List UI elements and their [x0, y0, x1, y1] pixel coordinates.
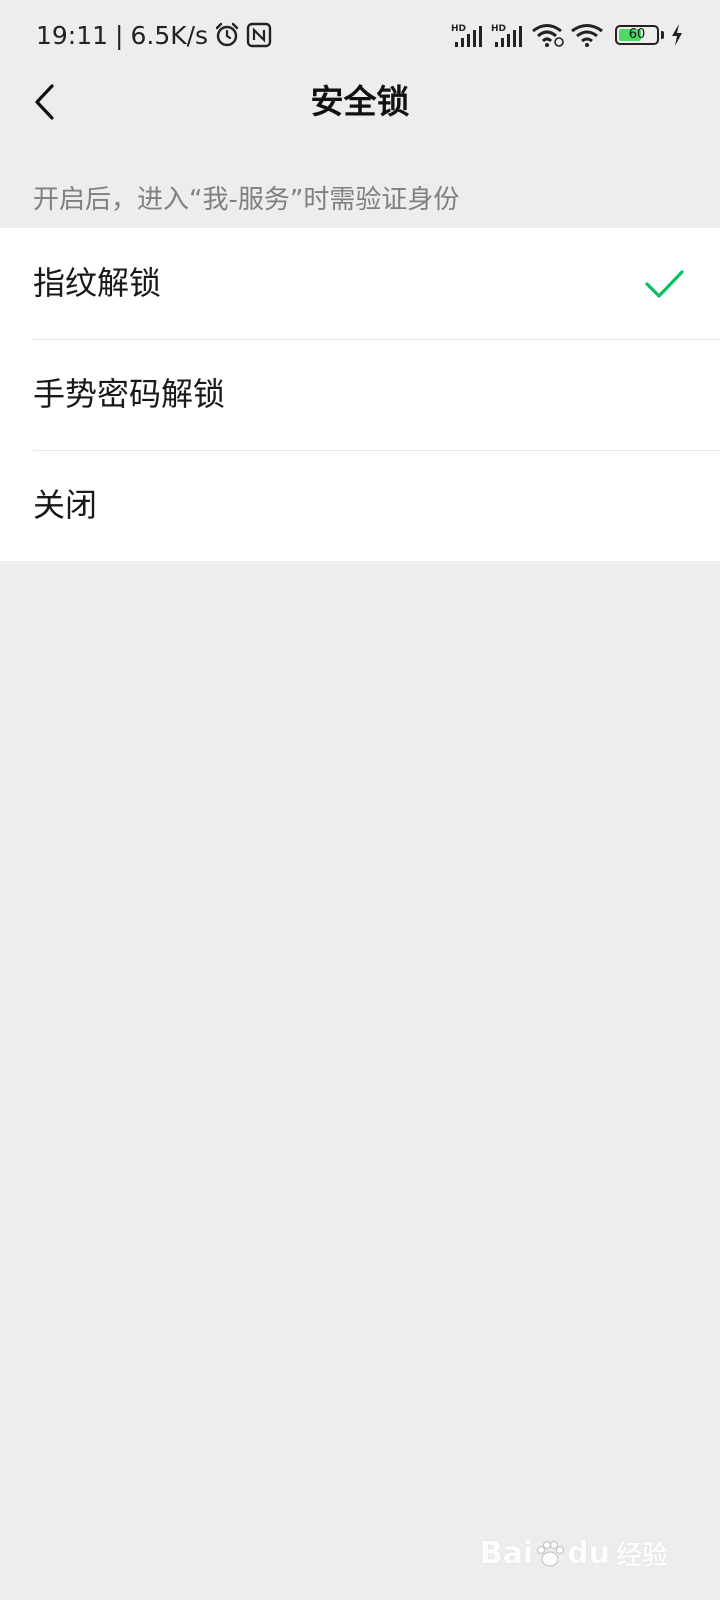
battery-cap [661, 31, 664, 39]
alarm-icon [215, 22, 239, 47]
status-separator: | [115, 20, 124, 50]
option-label: 指纹解锁 [33, 264, 162, 302]
status-time: 19:11 [36, 20, 109, 50]
option-fingerprint-unlock[interactable]: 指纹解锁 [0, 228, 720, 339]
watermark-logo: Bai du 经验 [480, 1535, 668, 1572]
watermark-brand: Bai [479, 1536, 534, 1571]
svg-text:HD: HD [491, 24, 506, 34]
network-speed: 6.5K/s [130, 20, 209, 50]
status-left: 19:11 | 6.5K/s [36, 18, 272, 52]
status-bar: 19:11 | 6.5K/s HD HD 60 [0, 0, 720, 70]
paw-icon [537, 1540, 565, 1566]
nfc-icon [246, 22, 272, 48]
check-icon [645, 270, 684, 298]
charging-icon [672, 24, 682, 46]
hd-signal-icon: HD [451, 24, 482, 47]
option-off[interactable]: 关闭 [0, 450, 720, 561]
option-label: 关闭 [33, 486, 98, 524]
option-label: 手势密码解锁 [33, 375, 226, 413]
nav-bar: 安全锁 [0, 70, 720, 134]
lock-options-list: 指纹解锁 手势密码解锁 关闭 [0, 228, 720, 561]
status-right: HD HD 60 [451, 18, 684, 52]
hd-signal-icon: HD [491, 24, 522, 47]
watermark-brand-suffix: du [567, 1536, 610, 1571]
watermark-suffix: 经验 [615, 1541, 668, 1571]
wifi-icon [571, 24, 603, 47]
battery-level: 60 [628, 27, 646, 42]
wifi-link-icon [532, 24, 564, 47]
page-title: 安全锁 [310, 82, 410, 121]
battery-icon: 60 [615, 25, 659, 45]
svg-text:HD: HD [451, 24, 466, 34]
option-gesture-unlock[interactable]: 手势密码解锁 [0, 339, 720, 450]
hint-text: 开启后，进入“我-服务”时需验证身份 [33, 185, 460, 215]
